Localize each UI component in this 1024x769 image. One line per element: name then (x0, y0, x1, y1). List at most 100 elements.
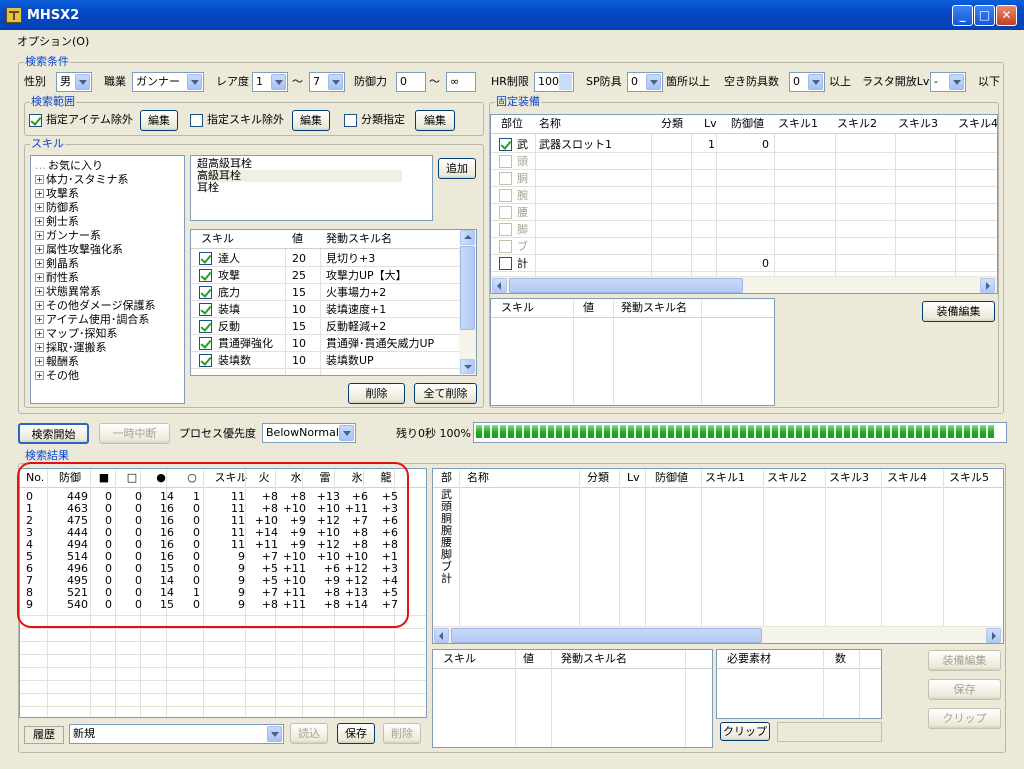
tree-node[interactable]: + ガンナー系 (35, 229, 101, 243)
picked-skill-list[interactable]: 超高級耳栓 高級耳栓 耳栓 (190, 155, 433, 221)
skill-row[interactable]: 反動 15 反動軽減+2 (191, 318, 459, 335)
col-header[interactable]: Lv (704, 115, 717, 133)
tree-node[interactable]: + アイテム使用･調合系 (35, 313, 149, 327)
priority-select[interactable]: BelowNormal (262, 423, 356, 443)
scroll-right-icon[interactable] (986, 628, 1001, 643)
scroll-left-icon[interactable] (434, 628, 449, 643)
skill-checkbox[interactable] (199, 269, 212, 282)
expand-icon[interactable]: + (35, 203, 44, 212)
col-count[interactable]: 数 (835, 650, 846, 668)
skill-checkbox[interactable] (199, 303, 212, 316)
tree-node[interactable]: + 攻撃系 (35, 187, 79, 201)
col-header[interactable]: スキル4 (887, 469, 927, 487)
skill-row[interactable]: 達人 20 見切り+3 (191, 250, 459, 267)
history-select[interactable]: 新規 (69, 724, 284, 744)
scroll-up-icon[interactable] (460, 230, 475, 245)
skill-row[interactable]: 底力 15 火事場力+2 (191, 284, 459, 301)
expand-icon[interactable]: + (35, 371, 44, 380)
job-select[interactable]: ガンナー (132, 72, 204, 92)
material-clip-button[interactable]: クリップ (720, 722, 770, 741)
detail-edit-button[interactable]: 装備編集 (928, 650, 1001, 671)
col-value[interactable]: 値 (292, 230, 303, 248)
maximize-button[interactable]: □ (974, 5, 995, 26)
edit-category-button[interactable]: 編集 (415, 110, 455, 131)
fixed-equip-hscroll[interactable] (491, 276, 997, 293)
skill-row[interactable]: 攻撃 25 攻撃力UP【大】 (191, 267, 459, 284)
col-material[interactable]: 必要素材 (727, 650, 771, 668)
scroll-down-icon[interactable] (460, 359, 475, 374)
equip-checkbox[interactable] (499, 240, 512, 253)
picked-skill-item[interactable]: 高級耳栓 (197, 170, 402, 182)
slots-select[interactable]: 0 (789, 72, 825, 92)
menu-options[interactable]: オプション(O) (17, 35, 89, 48)
skill-checkbox[interactable] (199, 286, 212, 299)
col-header[interactable]: スキル5 (949, 469, 989, 487)
fixed-equip-row[interactable]: ブ (491, 238, 997, 255)
col-header[interactable]: スキル1 (778, 115, 818, 133)
fixed-equip-row[interactable]: 腰 (491, 204, 997, 221)
tree-node[interactable]: + その他ダメージ保護系 (35, 299, 155, 313)
skill-row[interactable]: 貫通弾強化 10 貫通弾･貫通矢威力UP (191, 335, 459, 352)
delete-skill-button[interactable]: 削除 (348, 383, 405, 404)
expand-icon[interactable]: + (35, 315, 44, 324)
col-header[interactable]: 防御値 (655, 469, 688, 487)
tree-node[interactable]: + 属性攻撃強化系 (35, 243, 123, 257)
tree-node[interactable]: + 剣晶系 (35, 257, 79, 271)
add-skill-button[interactable]: 追加 (438, 158, 476, 179)
tree-node[interactable]: + その他 (35, 369, 79, 383)
sp-select[interactable]: 0 (627, 72, 663, 92)
col-header[interactable]: スキル2 (767, 469, 807, 487)
skill-checkbox[interactable] (199, 337, 212, 350)
gender-select[interactable]: 男 (56, 72, 92, 92)
tree-node[interactable]: + 防御系 (35, 201, 79, 215)
col-value[interactable]: 値 (583, 299, 594, 317)
col-header[interactable]: 分類 (587, 469, 609, 487)
expand-icon[interactable]: + (35, 259, 44, 268)
edit-skills-button[interactable]: 編集 (292, 110, 330, 131)
col-active[interactable]: 発動スキル名 (561, 650, 627, 668)
equip-checkbox[interactable] (499, 189, 512, 202)
expand-icon[interactable]: + (35, 217, 44, 226)
col-header[interactable]: 防御値 (731, 115, 764, 133)
tree-node[interactable]: + 耐性系 (35, 271, 79, 285)
fixed-equip-edit-button[interactable]: 装備編集 (922, 301, 995, 322)
equip-checkbox[interactable] (499, 257, 512, 270)
rarity-max-select[interactable]: 7 (309, 72, 345, 92)
detail-clip-button[interactable]: クリップ (928, 708, 1001, 729)
edit-items-button[interactable]: 編集 (140, 110, 178, 131)
history-save-button[interactable]: 保存 (337, 723, 375, 744)
col-active[interactable]: 発動スキル名 (621, 299, 687, 317)
expand-icon[interactable]: + (35, 245, 44, 254)
fixed-equip-row[interactable]: 脚 (491, 221, 997, 238)
equip-checkbox[interactable] (499, 172, 512, 185)
delete-all-skills-button[interactable]: 全て削除 (414, 383, 477, 404)
minimize-button[interactable]: _ (952, 5, 973, 26)
skill-checkbox[interactable] (199, 320, 212, 333)
col-header[interactable]: 部 (441, 469, 452, 487)
expand-icon[interactable]: + (35, 273, 44, 282)
scroll-right-icon[interactable] (980, 278, 995, 293)
material-table[interactable]: 必要素材 数 (716, 649, 882, 719)
tree-node[interactable]: + 報酬系 (35, 355, 79, 369)
fixed-equip-skill-table[interactable]: スキル 値 発動スキル名 (490, 298, 775, 406)
expand-icon[interactable]: + (35, 357, 44, 366)
history-load-button[interactable]: 読込 (290, 723, 328, 744)
hr-spinner[interactable]: 100 (534, 72, 574, 92)
spin-down-icon[interactable] (559, 82, 572, 90)
col-skill[interactable]: スキル (201, 230, 234, 248)
scroll-left-icon[interactable] (492, 278, 507, 293)
spin-up-icon[interactable] (559, 74, 572, 82)
search-start-button[interactable]: 検索開始 (18, 423, 89, 444)
equip-checkbox[interactable] (499, 223, 512, 236)
expand-icon[interactable]: + (35, 231, 44, 240)
col-header[interactable]: スキル2 (837, 115, 877, 133)
detail-equip-table[interactable]: 部名称 分類 Lv 防御値 スキル1 スキル2 スキル3 スキル4 スキル5 武頭胴腕腰脚ブ計 (432, 468, 1004, 644)
tree-node[interactable]: + マップ･探知系 (35, 327, 118, 341)
tree-node[interactable]: + 状態異常系 (35, 285, 101, 299)
skill-table[interactable]: スキル 値 発動スキル名 達人 20 見切り+3 攻撃 25 攻撃力UP【大】 底力 15 火事… (190, 229, 477, 376)
tree-node[interactable]: + 剣士系 (35, 215, 79, 229)
category-checkbox[interactable] (344, 114, 357, 127)
close-button[interactable]: ✕ (996, 5, 1017, 26)
col-header[interactable]: スキル3 (898, 115, 938, 133)
fixed-equip-row[interactable]: 計0 (491, 255, 997, 272)
